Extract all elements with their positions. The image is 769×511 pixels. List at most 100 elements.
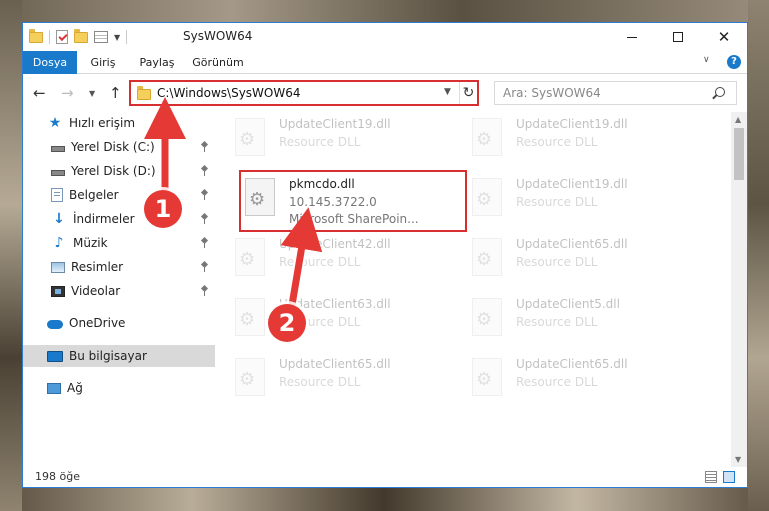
step-2-badge: 2 bbox=[268, 304, 306, 342]
dll-file-icon bbox=[245, 178, 275, 216]
pin-icon[interactable] bbox=[201, 286, 207, 296]
network-icon bbox=[47, 382, 61, 394]
ribbon-tabs: Dosya Giriş Paylaş Görünüm ∨ ? bbox=[23, 51, 747, 74]
dll-file-icon bbox=[472, 358, 502, 396]
close-icon: ✕ bbox=[717, 27, 731, 46]
scroll-down-icon[interactable]: ▼ bbox=[735, 455, 741, 464]
file-item-selected[interactable]: pkmcdo.dll 10.145.3722.0 Microsoft Share… bbox=[239, 170, 467, 232]
desktop-background bbox=[748, 0, 769, 511]
pin-icon[interactable] bbox=[201, 166, 207, 176]
pin-icon[interactable] bbox=[201, 142, 207, 152]
properties-icon[interactable] bbox=[94, 31, 108, 43]
dll-file-icon bbox=[472, 118, 502, 156]
file-description: Resource DLL bbox=[516, 135, 598, 149]
file-explorer-window: ▼ SysWOW64 ✕ Dosya Giriş Paylaş Görünüm … bbox=[22, 22, 748, 488]
sidebar-item-onedrive[interactable]: OneDrive bbox=[23, 312, 215, 334]
expand-ribbon-chevron-icon[interactable]: ∨ bbox=[703, 55, 710, 65]
address-path[interactable]: C:\Windows\SysWOW64 bbox=[157, 86, 301, 100]
maximize-button[interactable] bbox=[655, 23, 701, 51]
details-view-icon[interactable] bbox=[705, 471, 717, 483]
vertical-scrollbar[interactable]: ▲ ▼ bbox=[731, 112, 747, 467]
file-item[interactable]: UpdateClient19.dll Resource DLL bbox=[231, 112, 456, 168]
maximize-icon bbox=[673, 32, 683, 42]
address-bar[interactable]: C:\Windows\SysWOW64 ▼ ↻ bbox=[129, 80, 479, 106]
back-arrow-icon[interactable]: ← bbox=[33, 84, 46, 102]
file-item[interactable]: UpdateClient5.dll Resource DLL bbox=[468, 292, 693, 348]
file-item[interactable]: UpdateClient19.dll Resource DLL bbox=[468, 172, 693, 228]
pictures-icon bbox=[51, 262, 65, 273]
file-item[interactable]: UpdateClient65.dll Resource DLL bbox=[231, 352, 456, 408]
file-description: Resource DLL bbox=[516, 195, 598, 209]
close-button[interactable]: ✕ bbox=[701, 23, 747, 51]
disk-icon bbox=[51, 170, 65, 176]
sidebar-item-label: Müzik bbox=[73, 236, 108, 250]
scrollbar-thumb[interactable] bbox=[734, 128, 744, 180]
dll-file-icon bbox=[472, 238, 502, 276]
minimize-button[interactable] bbox=[609, 23, 655, 51]
sidebar-item-quick-access[interactable]: ★ Hızlı erişim bbox=[23, 112, 215, 134]
file-version: 10.145.3722.0 bbox=[289, 195, 377, 209]
sidebar-item-label: Hızlı erişim bbox=[69, 116, 136, 130]
folder-icon bbox=[29, 28, 43, 43]
file-description: Microsoft SharePoin... bbox=[289, 212, 419, 226]
file-item[interactable]: UpdateClient65.dll Resource DLL bbox=[468, 232, 693, 288]
tab-view[interactable]: Görünüm bbox=[189, 51, 247, 74]
help-icon[interactable]: ? bbox=[727, 55, 741, 69]
file-name: UpdateClient65.dll bbox=[279, 357, 391, 371]
sidebar-item-videos[interactable]: Videolar bbox=[23, 280, 215, 302]
sidebar-item-pictures[interactable]: Resimler bbox=[23, 256, 215, 278]
scroll-up-icon[interactable]: ▲ bbox=[735, 115, 741, 124]
dll-file-icon bbox=[235, 118, 265, 156]
recent-locations-chevron-icon[interactable]: ▼ bbox=[89, 89, 95, 98]
sidebar-item-documents[interactable]: Belgeler bbox=[23, 184, 215, 206]
sidebar-item-label: Yerel Disk (D:) bbox=[71, 164, 156, 178]
new-folder-icon[interactable] bbox=[74, 28, 88, 43]
file-item[interactable]: UpdateClient19.dll Resource DLL bbox=[468, 112, 693, 168]
file-item[interactable]: UpdateClient42.dll Resource DLL bbox=[231, 232, 456, 288]
sidebar-item-label: İndirmeler bbox=[73, 212, 135, 226]
file-item[interactable]: UpdateClient65.dll Resource DLL bbox=[468, 352, 693, 408]
file-name: UpdateClient65.dll bbox=[516, 357, 628, 371]
tab-home[interactable]: Giriş bbox=[85, 51, 121, 74]
sidebar-item-local-disk-c[interactable]: Yerel Disk (C:) bbox=[23, 136, 215, 158]
up-arrow-icon[interactable]: ↑ bbox=[109, 84, 122, 102]
dll-file-icon bbox=[235, 358, 265, 396]
file-name: UpdateClient19.dll bbox=[516, 117, 628, 131]
minimize-icon bbox=[627, 36, 637, 38]
sidebar-item-this-pc[interactable]: Bu bilgisayar bbox=[23, 345, 215, 367]
sidebar-item-network[interactable]: Ağ bbox=[23, 377, 215, 399]
file-description: Resource DLL bbox=[279, 135, 361, 149]
star-icon: ★ bbox=[48, 115, 62, 131]
file-description: Resource DLL bbox=[516, 315, 598, 329]
tab-share[interactable]: Paylaş bbox=[131, 51, 183, 74]
step-1-badge: 1 bbox=[144, 190, 182, 228]
search-input[interactable]: Ara: SysWOW64 bbox=[494, 81, 737, 105]
address-history-chevron-icon[interactable]: ▼ bbox=[444, 87, 451, 97]
tab-file[interactable]: Dosya bbox=[23, 51, 77, 74]
dll-file-icon bbox=[472, 178, 502, 216]
search-placeholder: Ara: SysWOW64 bbox=[503, 86, 601, 100]
documents-icon bbox=[51, 188, 63, 202]
pin-icon[interactable] bbox=[201, 262, 207, 272]
pin-icon[interactable] bbox=[201, 190, 207, 200]
customize-toolbar-chevron-icon[interactable]: ▼ bbox=[114, 33, 120, 42]
desktop-background bbox=[0, 488, 769, 511]
sidebar-item-label: Resimler bbox=[71, 260, 124, 274]
properties-check-icon[interactable] bbox=[56, 30, 68, 44]
pin-icon[interactable] bbox=[201, 214, 207, 224]
sidebar-item-local-disk-d[interactable]: Yerel Disk (D:) bbox=[23, 160, 215, 182]
refresh-icon[interactable]: ↻ bbox=[459, 82, 477, 104]
forward-arrow-icon[interactable]: → bbox=[61, 84, 74, 102]
navigation-bar: ← → ▼ ↑ C:\Windows\SysWOW64 ▼ ↻ Ara: Sys… bbox=[23, 74, 747, 112]
dll-file-icon bbox=[472, 298, 502, 336]
disk-icon bbox=[51, 146, 65, 152]
pin-icon[interactable] bbox=[201, 238, 207, 248]
sidebar-item-label: Ağ bbox=[67, 381, 83, 395]
sidebar-item-downloads[interactable]: ↓ İndirmeler bbox=[23, 208, 215, 230]
sidebar-item-label: OneDrive bbox=[69, 316, 126, 330]
file-item[interactable]: UpdateClient63.dll Resource DLL bbox=[231, 292, 456, 348]
file-name: UpdateClient19.dll bbox=[279, 117, 391, 131]
large-icons-view-icon[interactable] bbox=[723, 471, 735, 483]
downloads-icon: ↓ bbox=[53, 211, 65, 227]
sidebar-item-music[interactable]: ♪ Müzik bbox=[23, 232, 215, 254]
